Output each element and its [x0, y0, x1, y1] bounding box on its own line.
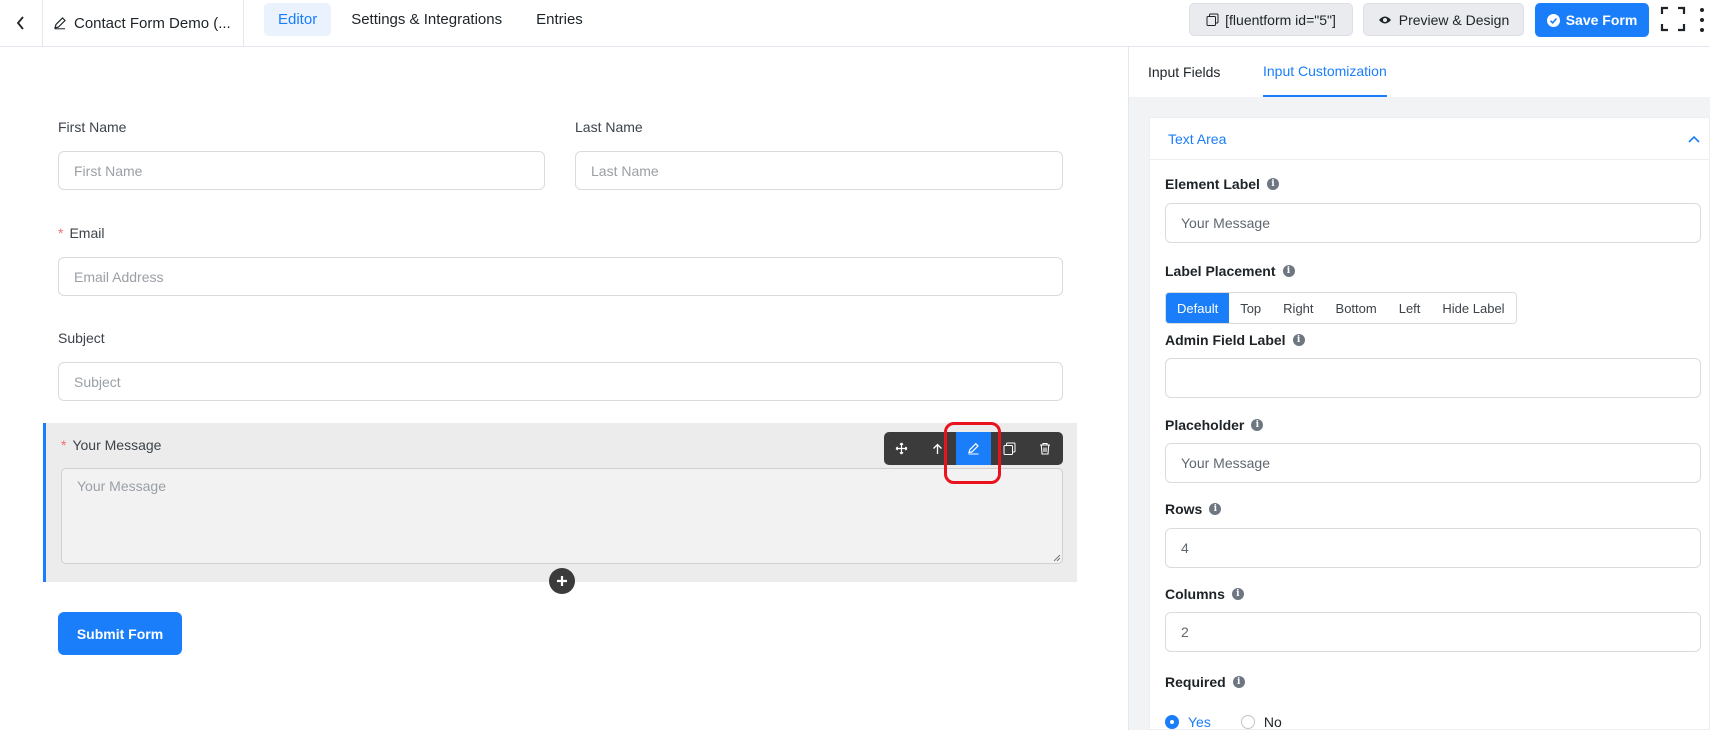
shortcode-button[interactable]: [fluentform id="5"]	[1189, 3, 1353, 36]
email-label: * Email	[58, 225, 105, 241]
section-header-text-area[interactable]: Text Area	[1150, 118, 1710, 160]
message-label: * Your Message	[61, 437, 162, 453]
chevron-up-icon	[1688, 135, 1700, 143]
tab-input-fields[interactable]: Input Fields	[1148, 47, 1220, 97]
pencil-icon	[54, 17, 66, 30]
placement-option-top[interactable]: Top	[1229, 293, 1273, 323]
duplicate-icon	[1003, 442, 1016, 455]
submit-form-button[interactable]: Submit Form	[58, 612, 182, 655]
move-icon	[895, 442, 908, 455]
info-icon[interactable]: i	[1209, 503, 1222, 515]
duplicate-button[interactable]	[991, 432, 1027, 465]
subject-input[interactable]: Subject	[58, 362, 1063, 401]
last-name-label: Last Name	[575, 119, 643, 135]
edit-icon	[968, 442, 979, 455]
required-yes-radio[interactable]: Yes	[1165, 714, 1211, 730]
trash-icon	[1040, 442, 1051, 455]
required-asterisk: *	[61, 437, 67, 453]
message-textarea[interactable]: Your Message	[61, 468, 1063, 564]
preview-label: Preview & Design	[1398, 11, 1510, 28]
message-placeholder: Your Message	[77, 478, 166, 494]
radio-unchecked-icon	[1240, 715, 1255, 729]
label-placement-heading: Label Placement i	[1165, 263, 1295, 279]
top-bar: Contact Form Demo (... Editor Settings &…	[0, 0, 1710, 47]
tab-entries[interactable]: Entries	[522, 3, 597, 36]
info-icon[interactable]: i	[1232, 676, 1245, 688]
required-heading: Required i	[1165, 674, 1245, 690]
placement-option-left[interactable]: Left	[1387, 293, 1432, 323]
move-up-button[interactable]	[920, 432, 956, 465]
kebab-icon[interactable]	[1697, 8, 1707, 32]
edit-button[interactable]	[955, 432, 992, 465]
info-icon[interactable]: i	[1282, 265, 1295, 277]
copy-icon	[1206, 13, 1219, 26]
fullscreen-icon[interactable]	[1660, 6, 1686, 32]
tab-settings-integrations[interactable]: Settings & Integrations	[337, 3, 516, 36]
move-button[interactable]	[884, 432, 920, 465]
placement-option-bottom[interactable]: Bottom	[1324, 293, 1388, 323]
first-name-input[interactable]: First Name	[58, 151, 545, 190]
nav-tabs: Editor Settings & Integrations Entries	[264, 3, 597, 36]
required-asterisk: *	[58, 225, 64, 241]
save-label: Save Form	[1565, 12, 1638, 28]
info-icon[interactable]: i	[1266, 178, 1279, 190]
placement-option-default[interactable]: Default	[1166, 293, 1230, 323]
required-no-radio[interactable]: No	[1240, 714, 1282, 730]
tab-input-customization[interactable]: Input Customization	[1263, 47, 1387, 97]
preview-design-button[interactable]: Preview & Design	[1363, 3, 1524, 36]
settings-panel: Input Fields Input Customization Text Ar…	[1129, 47, 1710, 730]
placement-option-right[interactable]: Right	[1272, 293, 1325, 323]
last-name-input[interactable]: Last Name	[575, 151, 1063, 190]
add-field-button[interactable]	[549, 568, 575, 594]
element-label-heading: Element Label i	[1165, 176, 1279, 192]
info-icon[interactable]: i	[1251, 419, 1264, 431]
rows-input[interactable]: 4	[1165, 528, 1701, 568]
divider	[243, 0, 244, 46]
arrow-up-icon	[933, 443, 943, 454]
email-input[interactable]: Email Address	[58, 257, 1063, 296]
first-name-label: First Name	[58, 119, 127, 135]
chevron-left-icon	[16, 16, 24, 30]
rows-heading: Rows i	[1165, 501, 1222, 517]
panel-tabs: Input Fields Input Customization	[1129, 47, 1710, 97]
required-options: Yes No	[1165, 714, 1282, 730]
label-placement-options: Default Top Right Bottom Left Hide Label	[1165, 292, 1517, 324]
form-title-text: Contact Form Demo (...	[74, 14, 231, 32]
back-button[interactable]	[0, 0, 43, 46]
placement-option-hide-label[interactable]: Hide Label	[1431, 293, 1516, 323]
resize-grip-icon[interactable]	[1051, 552, 1061, 562]
element-label-input[interactable]: Your Message	[1165, 203, 1701, 243]
save-form-button[interactable]: Save Form	[1535, 3, 1649, 37]
admin-field-label-input[interactable]	[1165, 358, 1701, 398]
columns-heading: Columns i	[1165, 586, 1244, 602]
placeholder-heading: Placeholder i	[1165, 417, 1264, 433]
info-icon[interactable]: i	[1292, 334, 1305, 346]
tab-editor[interactable]: Editor	[264, 3, 332, 36]
text-area-settings-card: Text Area Element Label i Your Message La…	[1149, 117, 1710, 730]
admin-field-label-heading: Admin Field Label i	[1165, 332, 1305, 348]
radio-checked-icon	[1165, 715, 1179, 729]
eye-icon	[1378, 16, 1391, 23]
form-title[interactable]: Contact Form Demo (...	[53, 0, 231, 46]
field-action-toolbar	[884, 432, 1063, 465]
delete-button[interactable]	[1027, 432, 1063, 465]
columns-input[interactable]: 2	[1165, 612, 1701, 652]
info-icon[interactable]: i	[1231, 588, 1244, 600]
section-title: Text Area	[1168, 130, 1227, 147]
plus-icon	[557, 576, 567, 586]
shortcode-label: [fluentform id="5"]	[1225, 11, 1336, 28]
placeholder-input[interactable]: Your Message	[1165, 443, 1701, 483]
subject-label: Subject	[58, 330, 105, 346]
check-circle-icon	[1546, 13, 1560, 27]
